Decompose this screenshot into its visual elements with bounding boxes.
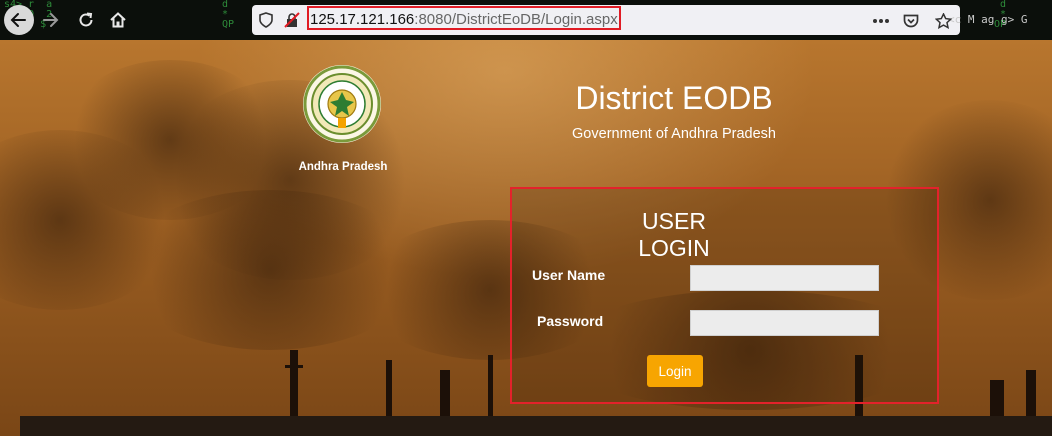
app-title: District EODB [575, 80, 773, 116]
username-label: User Name [532, 267, 606, 283]
arrow-right-icon [43, 13, 59, 27]
refinery-tower [285, 365, 303, 368]
username-input[interactable] [690, 265, 879, 291]
shield-icon[interactable] [258, 12, 274, 28]
refinery-tower [386, 360, 392, 420]
refinery-tower [1026, 370, 1036, 420]
login-button[interactable]: Login [647, 355, 703, 387]
insecure-lock-icon[interactable] [284, 12, 300, 28]
reload-icon [79, 12, 93, 27]
reload-button[interactable] [72, 6, 100, 34]
state-name: Andhra Pradesh [298, 161, 388, 173]
footer-strip [20, 416, 1052, 436]
home-button[interactable] [104, 6, 132, 34]
refinery-tower [990, 380, 1004, 420]
pocket-icon[interactable] [902, 12, 920, 30]
andhra-pradesh-emblem-icon [303, 65, 381, 143]
forward-button[interactable] [36, 6, 64, 34]
login-page: Andhra Pradesh District EODB Government … [0, 40, 1052, 436]
refinery-tower [290, 350, 298, 420]
home-icon [110, 12, 126, 28]
refinery-tower [488, 355, 493, 420]
browser-toolbar: s4> r a : 0 2 d , $ d * QP d * OP [0, 0, 1052, 40]
back-button[interactable] [4, 5, 34, 35]
app-subtitle: Government of Andhra Pradesh [572, 126, 776, 142]
star-icon[interactable] [934, 12, 952, 30]
refinery-tower [440, 370, 450, 420]
password-label: Password [537, 313, 604, 329]
login-title: USER LOGIN [638, 208, 710, 261]
matrix-theme-decoration: d * QP [222, 0, 235, 30]
url-highlight-box [307, 6, 621, 30]
arrow-left-icon [10, 13, 26, 27]
password-input[interactable] [690, 310, 879, 336]
url-faint-overlay: <c M ag g> G [948, 13, 1028, 26]
more-horizontal-icon[interactable] [872, 12, 890, 30]
login-panel: USER LOGIN User Name Password Login [510, 187, 939, 404]
